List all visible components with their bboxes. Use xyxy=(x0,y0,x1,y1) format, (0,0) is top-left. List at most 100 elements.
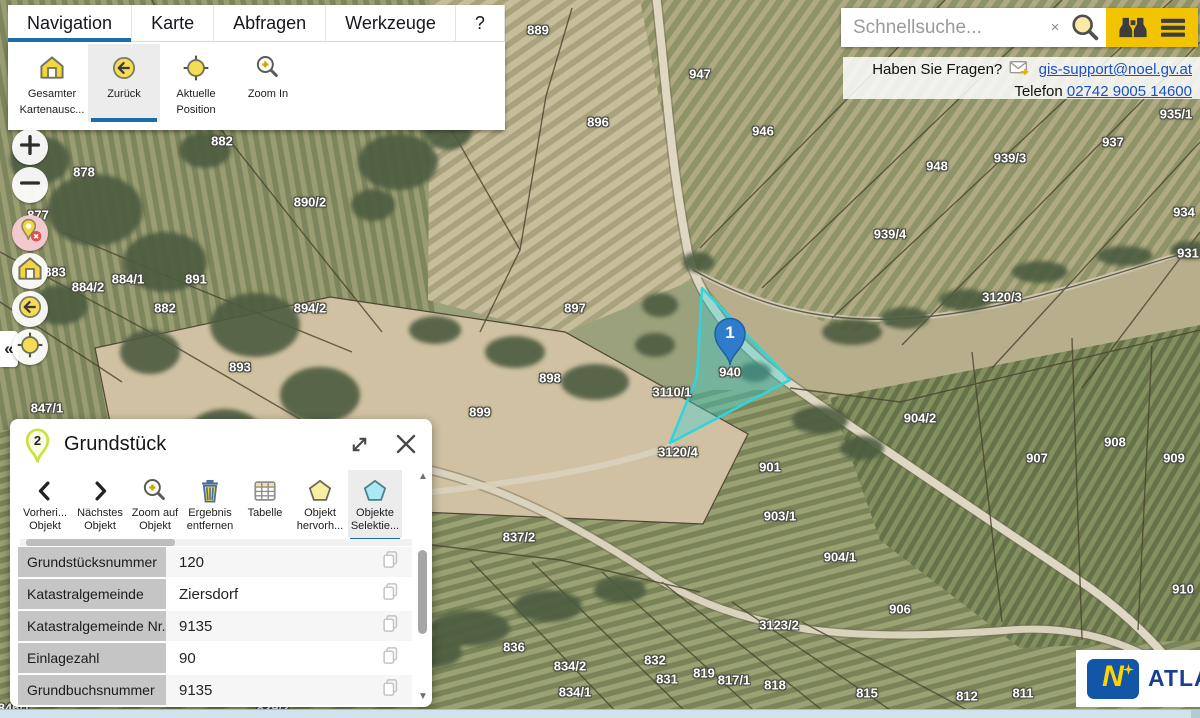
panel-btn-nächstes[interactable]: NächstesObjekt xyxy=(73,470,127,538)
panel-vscrollbar[interactable]: ▲ ▼ xyxy=(416,471,430,702)
atlas-wordmark: ATLAS xyxy=(1148,665,1200,692)
copy-button[interactable] xyxy=(368,579,412,609)
panel-btn-vorheri[interactable]: Vorheri...Objekt xyxy=(18,470,72,538)
button-label: Objekt xyxy=(29,520,61,533)
copy-button[interactable] xyxy=(368,643,412,673)
phone-link[interactable]: 02742 9005 14600 xyxy=(1067,83,1192,100)
table-row: Grundbuchsnummer9135 xyxy=(18,675,412,705)
tab-help[interactable]: ? xyxy=(456,5,505,41)
copy-button[interactable] xyxy=(368,675,412,705)
copy-button[interactable] xyxy=(368,547,412,577)
ribbon-aktuelle[interactable]: AktuellePosition xyxy=(160,44,232,122)
row-label: Katastralgemeinde xyxy=(18,579,166,609)
ribbon-gesamter[interactable]: GesamterKartenausc... xyxy=(16,44,88,122)
table-row: Grundstücksnummer120 xyxy=(18,547,412,577)
minus-icon xyxy=(15,168,45,203)
search-bar: × xyxy=(841,8,1198,47)
copy-icon xyxy=(382,678,399,702)
panel-toolbar: Vorheri...ObjektNächstesObjektZoom aufOb… xyxy=(18,470,403,538)
button-label: hervorh... xyxy=(297,520,343,533)
table-row: KatastralgemeindeZiersdorf xyxy=(18,579,412,609)
home-button[interactable] xyxy=(12,253,48,289)
select-pentagon-icon xyxy=(360,475,390,507)
menu-tabs: Navigation Karte Abfragen Werkzeuge? xyxy=(8,5,505,42)
search-input[interactable] xyxy=(841,8,1046,47)
tab-abfragen[interactable]: Abfragen xyxy=(214,5,326,41)
clear-search-icon[interactable]: × xyxy=(1046,8,1064,47)
search-icon xyxy=(1069,12,1101,44)
copy-button[interactable] xyxy=(368,611,412,641)
vscroll-thumb[interactable] xyxy=(418,550,427,634)
table-row: Katastralgemeinde Nr.9135 xyxy=(18,611,412,641)
zoom-out-button[interactable] xyxy=(12,167,48,203)
menu-icon[interactable] xyxy=(1159,16,1187,40)
panel-btn-objekt[interactable]: Objekthervorh... xyxy=(293,470,347,538)
ribbon-zurück[interactable]: Zurück xyxy=(88,44,160,122)
zoom-plus-icon xyxy=(253,51,283,85)
tab-label: Karte xyxy=(151,13,194,34)
panel-hscrollbar[interactable] xyxy=(20,539,412,546)
copy-icon xyxy=(382,582,399,606)
grundstueck-panel: 2 Grundstück Vorheri...ObjektNächstesObj… xyxy=(10,419,432,707)
button-label: Ergebnis xyxy=(188,507,231,520)
support-email-link[interactable]: gis-support@noel.gv.at xyxy=(1039,61,1192,78)
button-label: Objekt xyxy=(84,520,116,533)
search-extra-buttons xyxy=(1106,8,1198,47)
tab-label: Werkzeuge xyxy=(345,13,436,34)
selected-parcel-marker: 1 xyxy=(710,317,750,367)
zoom-in-button[interactable] xyxy=(12,129,48,165)
back-circle-icon xyxy=(15,292,45,327)
row-label: Grundstücksnummer xyxy=(18,547,166,577)
hscroll-thumb[interactable] xyxy=(26,539,175,546)
clear-marker-icon xyxy=(15,216,45,251)
noe-logo: N xyxy=(1087,659,1139,699)
trash-icon xyxy=(195,475,225,507)
copy-icon xyxy=(382,646,399,670)
binoculars-icon[interactable] xyxy=(1117,15,1149,40)
button-label: Objekte xyxy=(356,507,394,520)
button-label: Gesamter xyxy=(28,88,76,101)
button-label: Objekt xyxy=(304,507,336,520)
copy-icon xyxy=(382,614,399,638)
panel-btn-zoom-auf[interactable]: Zoom aufObjekt xyxy=(128,470,182,538)
table-icon xyxy=(250,475,280,507)
page-hscrollbar[interactable] xyxy=(0,709,1200,718)
map-controls xyxy=(12,129,48,367)
marker-number: 1 xyxy=(710,323,750,343)
button-label: Objekt xyxy=(139,520,171,533)
row-label: Grundbuchsnummer xyxy=(18,675,166,705)
current-position-button[interactable] xyxy=(12,329,48,365)
contact-bar: Haben Sie Fragen? gis-support@noel.gv.at… xyxy=(843,57,1200,99)
panel-title: Grundstück xyxy=(64,433,349,456)
row-value: Ziersdorf xyxy=(166,579,368,609)
tab-werkzeuge[interactable]: Werkzeuge xyxy=(326,5,456,41)
expand-icon[interactable] xyxy=(349,434,370,455)
close-icon[interactable] xyxy=(394,432,418,456)
ribbon-zoom-in[interactable]: Zoom In xyxy=(232,44,304,122)
app-root: 889947896946948935/1937939/3934939/49313… xyxy=(0,0,1200,718)
row-value: 9135 xyxy=(166,675,368,705)
zoom-plus-icon xyxy=(140,475,170,507)
back-button[interactable] xyxy=(12,291,48,327)
row-value: 90 xyxy=(166,643,368,673)
tab-navigation[interactable]: Navigation xyxy=(8,5,132,41)
button-label: Aktuelle xyxy=(176,88,215,101)
plus-icon xyxy=(15,130,45,165)
button-label: Tabelle xyxy=(248,507,283,520)
panel-btn-ergebnis[interactable]: Ergebnisentfernen xyxy=(183,470,237,538)
button-label: Zoom In xyxy=(248,88,288,101)
chevron-left-icon xyxy=(31,475,59,507)
search-button[interactable] xyxy=(1064,8,1106,47)
tab-karte[interactable]: Karte xyxy=(132,5,214,41)
copy-icon xyxy=(382,550,399,574)
remove-marker-button[interactable] xyxy=(12,215,48,251)
scroll-down-icon[interactable]: ▼ xyxy=(416,691,430,702)
row-label: Einlagezahl xyxy=(18,643,166,673)
row-label: Katastralgemeinde Nr. xyxy=(18,611,166,641)
panel-btn-objekte[interactable]: ObjekteSelektie... xyxy=(348,470,402,538)
position-icon xyxy=(15,330,45,365)
scrollbar-corner xyxy=(1191,710,1200,718)
contact-line-2: Telefon 02742 9005 14600 xyxy=(843,82,1192,101)
scroll-up-icon[interactable]: ▲ xyxy=(416,471,430,482)
panel-btn-tabelle[interactable]: Tabelle xyxy=(238,470,292,538)
